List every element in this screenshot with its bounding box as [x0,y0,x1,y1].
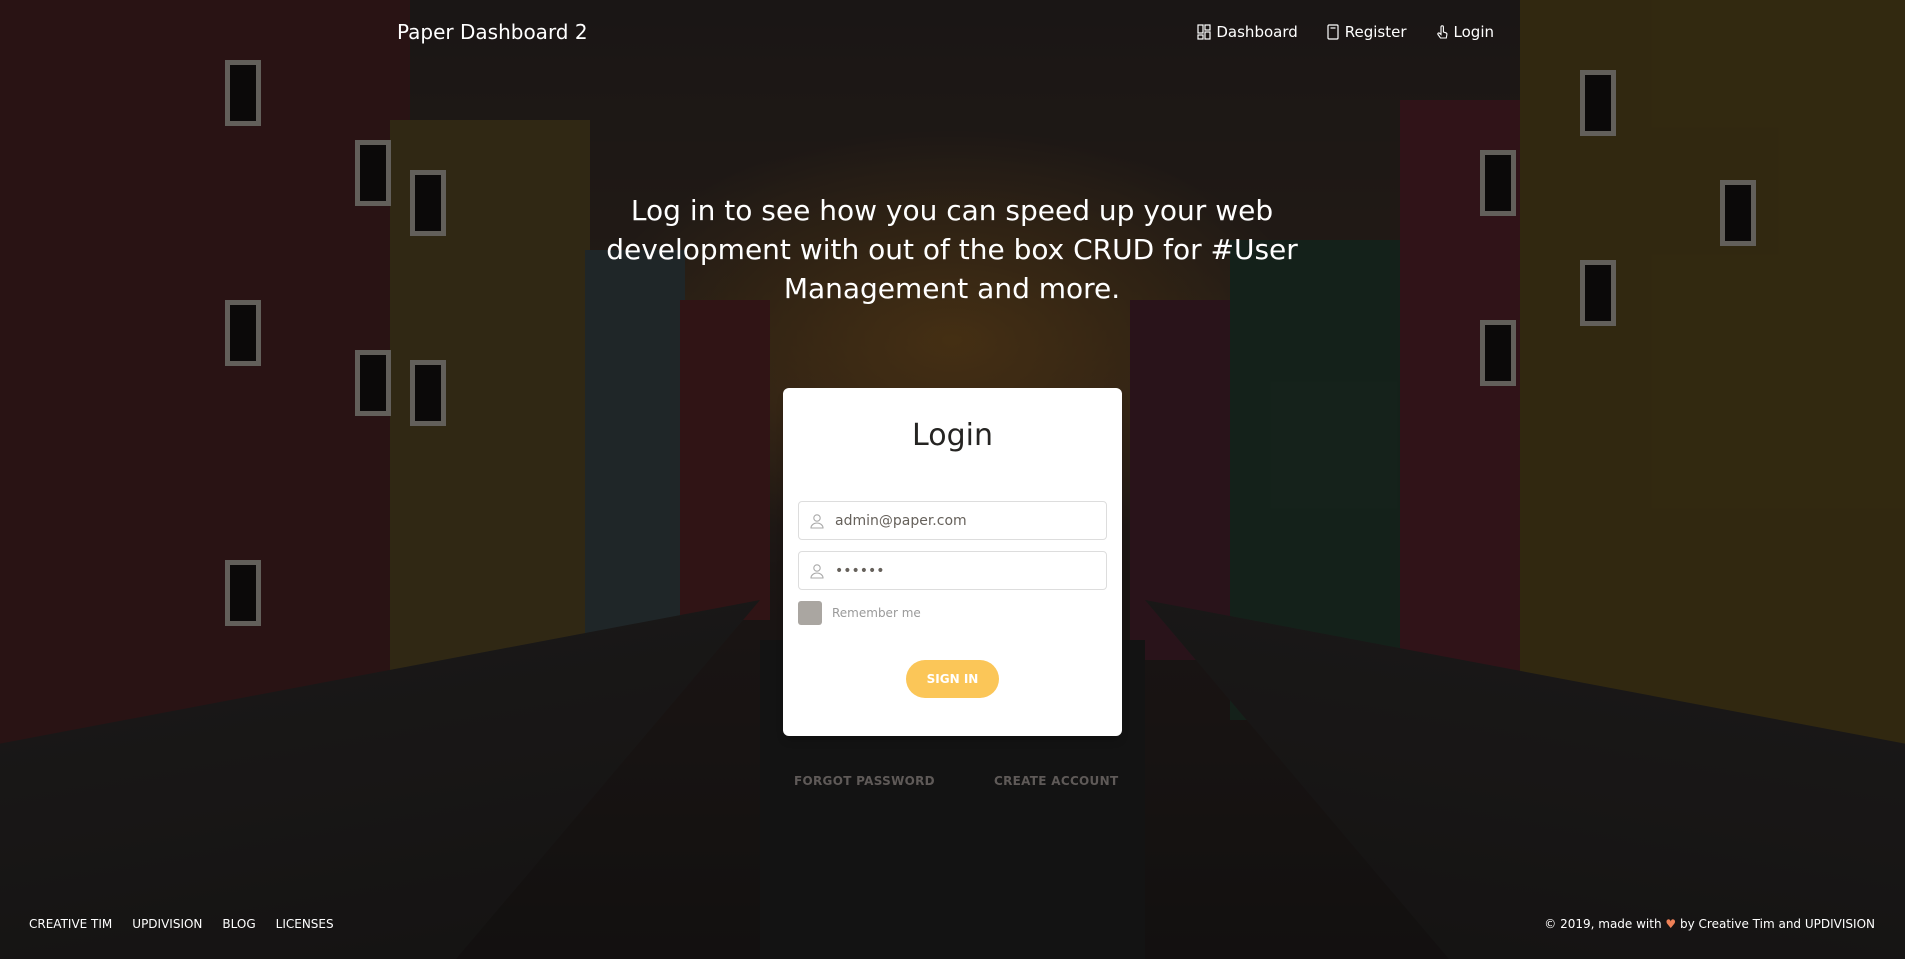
card-title: Login [912,418,993,453]
footer-links: CREATIVE TIM UPDIVISION BLOG LICENSES [29,917,334,931]
nav-dashboard[interactable]: Dashboard [1197,23,1298,41]
copyright-suffix: by Creative Tim and UPDIVISION [1680,917,1875,931]
hero-text: Log in to see how you can speed up your … [606,194,1298,305]
nav-dashboard-label: Dashboard [1216,23,1298,41]
sign-in-button[interactable]: SIGN IN [906,660,999,698]
tap-icon [1436,25,1447,39]
user-icon [799,563,835,579]
remember-me-checkbox[interactable] [798,601,822,625]
navbar: Paper Dashboard 2 Dashboard Register Log… [0,0,1905,66]
user-icon [799,513,835,529]
login-card: Login Remember me SIGN IN [783,388,1122,736]
footer-link-updivision[interactable]: UPDIVISION [132,917,202,931]
footer-link-licenses[interactable]: LICENSES [276,917,334,931]
brand-link[interactable]: Paper Dashboard 2 [397,20,588,44]
copyright-prefix: © 2019, made with [1544,917,1662,931]
book-icon [1327,24,1339,40]
password-field[interactable] [835,562,1095,579]
footer-link-creative-tim[interactable]: CREATIVE TIM [29,917,112,931]
forgot-password-link[interactable]: FORGOT PASSWORD [794,774,935,788]
dashboard-icon [1197,24,1211,40]
nav-register-label: Register [1344,23,1407,41]
email-field[interactable] [835,512,1095,529]
create-account-link[interactable]: CREATE ACCOUNT [994,774,1118,788]
nav-login-label: Login [1453,23,1494,41]
nav-links: Dashboard Register Login [1197,23,1494,41]
nav-login[interactable]: Login [1435,23,1494,41]
email-input-group [798,501,1107,540]
nav-register[interactable]: Register [1326,23,1407,41]
remember-me-label[interactable]: Remember me [832,606,921,620]
heart-icon: ♥ [1665,917,1677,931]
copyright: © 2019, made with ♥ by Creative Tim and … [1544,917,1875,931]
password-input-group [798,551,1107,590]
footer-link-blog[interactable]: BLOG [222,917,255,931]
remember-me-row: Remember me [798,601,921,625]
